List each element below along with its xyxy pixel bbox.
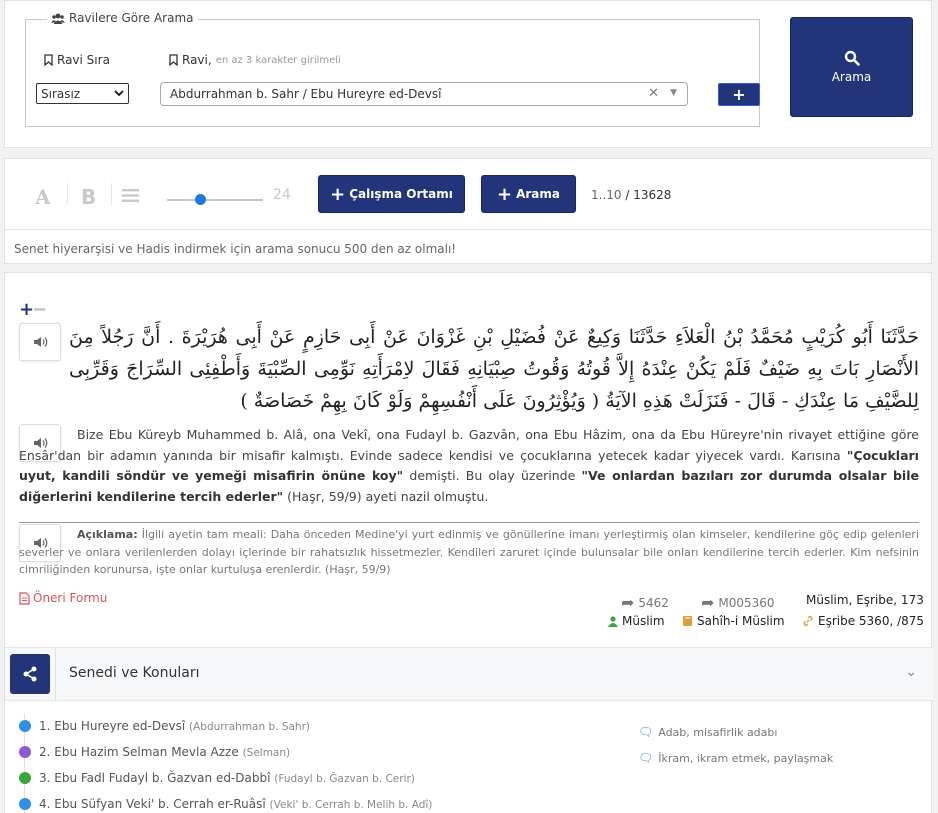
divider bbox=[67, 183, 68, 205]
narrator-full-name: (Abdurrahman b. Sahr) bbox=[189, 721, 310, 733]
chevron-down-icon bbox=[114, 90, 124, 97]
font-serif-toggle[interactable]: A bbox=[35, 185, 51, 209]
plus-icon: + bbox=[330, 183, 346, 205]
narrator-name: 2. Ebu Hazim Selman Mevla Azze bbox=[39, 745, 239, 759]
narrator-dot bbox=[19, 720, 31, 732]
author-link[interactable]: Müslim bbox=[608, 614, 665, 628]
narrator-full-name: (Selman) bbox=[242, 747, 291, 759]
search-panel: Ravilere Göre Arama Ravi Sıra Ravi, en a… bbox=[4, 0, 932, 148]
narrator-text: 3. Ebu Fadl Fudayl b. Ğazvan ed-Dabbî (F… bbox=[39, 771, 415, 785]
suggestion-form-link[interactable]: Öneri Formu bbox=[19, 591, 107, 605]
ravi-search-button[interactable]: Arama bbox=[790, 17, 913, 117]
font-bold-toggle[interactable]: B bbox=[81, 185, 96, 209]
expand-collapse-controls[interactable]: +− bbox=[19, 299, 47, 320]
toolbar-panel: A B 24 + Çalışma Ortamı + Arama 1..10 / … bbox=[4, 158, 932, 264]
hadith-arabic-text: حَدَّثَنَا أَبُو كُرَيْبٍ مُحَمَّدُ بْنُ… bbox=[69, 326, 919, 412]
font-size-value: 24 bbox=[273, 187, 291, 203]
plus-icon: + bbox=[497, 183, 513, 205]
hadith-explanation: Açıklama: İlgili ayetin tam meali: Daha … bbox=[19, 528, 919, 576]
users-icon bbox=[51, 13, 65, 24]
search-button[interactable]: + Arama bbox=[481, 175, 576, 213]
link-icon bbox=[803, 616, 813, 626]
topic-label: İkram, ikram etmek, paylaşmak bbox=[658, 751, 834, 765]
narrator-text: 2. Ebu Hazim Selman Mevla Azze (Selman) bbox=[39, 745, 290, 759]
divider bbox=[111, 183, 112, 205]
share-icon: ➦ bbox=[701, 593, 715, 612]
narrator-dot bbox=[19, 798, 31, 810]
topic-label: Adab, misafirlik adabı bbox=[658, 725, 778, 739]
caret-down-icon[interactable]: ▼ bbox=[670, 88, 677, 98]
divider bbox=[5, 229, 931, 230]
bookmark-icon bbox=[169, 54, 178, 66]
align-justify-icon[interactable] bbox=[122, 189, 139, 202]
audio-button-arabic[interactable] bbox=[19, 323, 61, 361]
narrator-text: 1. Ebu Hureyre ed-Devsî (Abdurrahman b. … bbox=[39, 719, 310, 733]
narrator-text: 4. Ebu Süfyan Veki' b. Cerrah er-Ruâsî (… bbox=[39, 797, 432, 811]
book-link[interactable]: Sahîh-i Müslim bbox=[682, 614, 785, 628]
font-size-slider-handle[interactable] bbox=[195, 194, 207, 205]
share-icon: ➦ bbox=[621, 593, 635, 612]
narrator-name: 1. Ebu Hureyre ed-Devsî bbox=[39, 719, 186, 733]
work-environment-button[interactable]: + Çalışma Ortamı bbox=[318, 175, 465, 213]
ravi-sira-label: Ravi Sıra bbox=[44, 53, 110, 67]
narrator-item[interactable]: 1. Ebu Hureyre ed-Devsî (Abdurrahman b. … bbox=[19, 719, 310, 733]
share-nodes-icon bbox=[10, 654, 50, 694]
download-warning: Senet hiyerarşisi ve Hadis indirmek için… bbox=[14, 242, 457, 256]
divider bbox=[19, 522, 919, 523]
hadith-panel: +− حَدَّثَنَا أَبُو كُرَيْبٍ مُحَمَّدُ ب… bbox=[4, 272, 933, 813]
comment-icon: 🗨 bbox=[638, 751, 654, 765]
hadith-translation: Bize Ebu Küreyb Muhammed b. Alâ, ona Vek… bbox=[19, 427, 919, 504]
comment-icon: 🗨 bbox=[638, 725, 654, 739]
narrator-item[interactable]: 4. Ebu Süfyan Veki' b. Cerrah er-Ruâsî (… bbox=[19, 797, 432, 811]
user-icon bbox=[608, 615, 618, 627]
narrator-item[interactable]: 2. Ebu Hazim Selman Mevla Azze (Selman) bbox=[19, 745, 290, 759]
share-count[interactable]: ➦ 5462 bbox=[621, 593, 669, 612]
font-size-slider-track[interactable] bbox=[167, 199, 263, 201]
ravi-order-select[interactable]: Sırasız bbox=[36, 83, 129, 104]
result-total: / 13628 bbox=[625, 188, 672, 202]
legend-text: Ravilere Göre Arama bbox=[69, 11, 194, 25]
sened-accordion-header[interactable]: Senedi ve Konuları ⌄ bbox=[5, 647, 933, 702]
ravi-label: Ravi, en az 3 karakter girilmeli bbox=[169, 53, 341, 67]
narrator-dot bbox=[19, 746, 31, 758]
ravi-search-fieldset: Ravilere Göre Arama Ravi Sıra Ravi, en a… bbox=[25, 11, 760, 127]
narrator-full-name: (Veki' b. Cerrah b. Melih b. Adî) bbox=[269, 799, 433, 811]
ravi-hint: en az 3 karakter girilmeli bbox=[215, 54, 341, 66]
narrator-dot bbox=[19, 772, 31, 784]
topic-item[interactable]: 🗨 Adab, misafirlik adabı bbox=[638, 725, 777, 739]
chapter-link[interactable]: Eşribe 5360, /875 bbox=[802, 614, 924, 628]
source-reference: Müslim, Eşribe, 173 bbox=[806, 593, 924, 607]
fieldset-legend: Ravilere Göre Arama bbox=[47, 11, 198, 25]
search-icon bbox=[844, 50, 860, 66]
reference-code[interactable]: ➦ M005360 bbox=[701, 593, 775, 612]
narrator-item[interactable]: 3. Ebu Fadl Fudayl b. Ğazvan ed-Dabbî (F… bbox=[19, 771, 415, 785]
add-ravi-button[interactable]: + bbox=[718, 83, 760, 106]
chevron-down-icon[interactable]: ⌄ bbox=[905, 664, 917, 680]
ravi-combobox[interactable]: Abdurrahman b. Sahr / Ebu Hureyre ed-Dev… bbox=[160, 82, 688, 106]
narrator-name: 3. Ebu Fadl Fudayl b. Ğazvan ed-Dabbî bbox=[39, 771, 271, 785]
document-icon bbox=[19, 591, 30, 605]
narrator-full-name: (Fudayl b. Ğazvan b. Cerir) bbox=[274, 773, 415, 785]
book-icon bbox=[683, 616, 692, 626]
bookmark-icon bbox=[44, 54, 53, 66]
narrator-name: 4. Ebu Süfyan Veki' b. Cerrah er-Ruâsî bbox=[39, 797, 266, 811]
ravi-selected-value: Abdurrahman b. Sahr / Ebu Hureyre ed-Dev… bbox=[170, 87, 442, 101]
volume-icon bbox=[33, 337, 47, 347]
clear-icon[interactable]: ✕ bbox=[648, 86, 659, 101]
accordion-title: Senedi ve Konuları bbox=[69, 665, 200, 681]
result-count: 1..10 / 13628 bbox=[591, 188, 671, 202]
divider bbox=[55, 648, 56, 702]
result-range: 1..10 bbox=[591, 188, 622, 202]
topic-item[interactable]: 🗨 İkram, ikram etmek, paylaşmak bbox=[638, 751, 833, 765]
